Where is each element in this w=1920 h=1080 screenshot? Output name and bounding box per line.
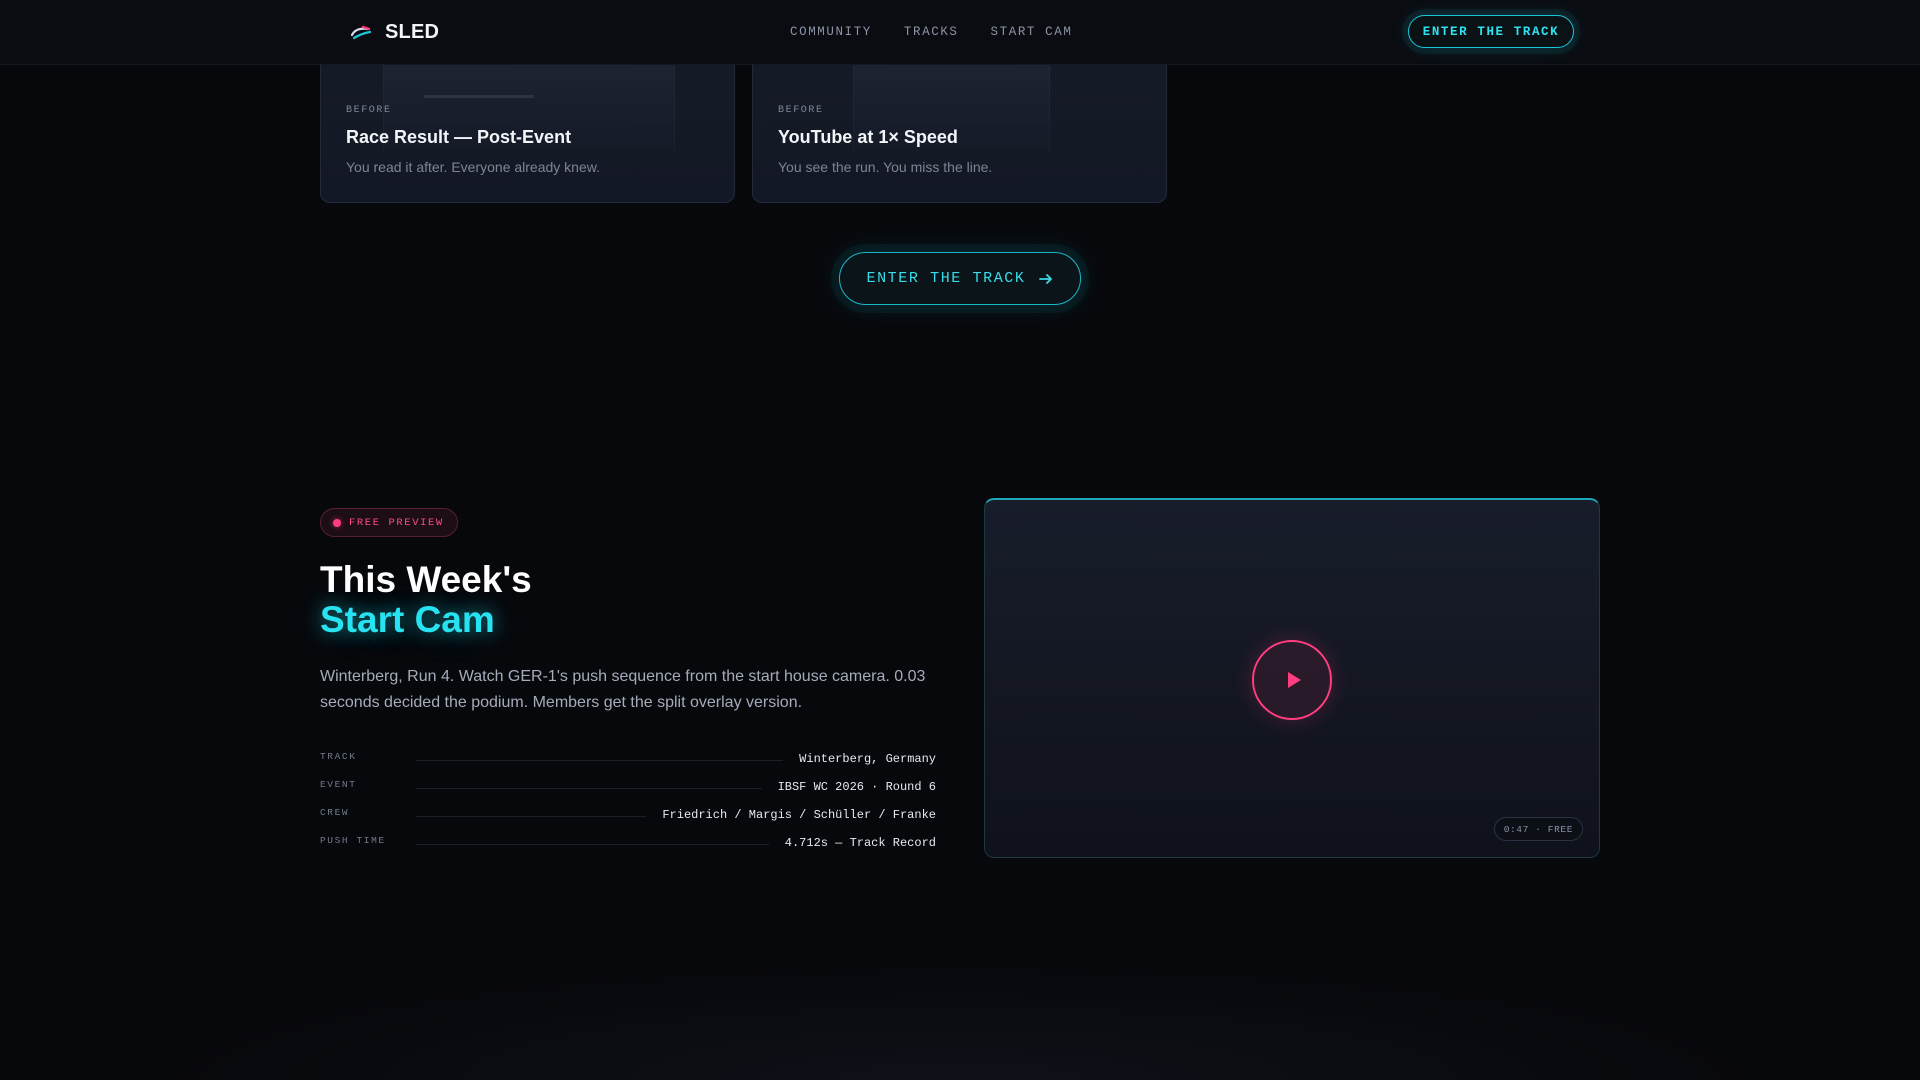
spec-value: 4.712s — Track Record [784, 836, 936, 850]
card-title: YouTube at 1× Speed [778, 127, 958, 147]
nav-links: COMMUNITY TRACKS START CAM [790, 0, 1072, 63]
free-preview-badge: FREE PREVIEW [320, 508, 458, 537]
video-duration-badge: 0:47 · FREE [1493, 817, 1583, 841]
card-eyebrow: BEFORE [778, 105, 824, 116]
section-description: Winterberg, Run 4. Watch GER-1's push se… [320, 668, 926, 711]
brand-name: SLED [385, 20, 440, 43]
spec-value: Friedrich / Margis / Schüller / Franke [662, 808, 936, 822]
nav-link-start-cam[interactable]: START CAM [991, 25, 1073, 39]
nav-link-community[interactable]: COMMUNITY [790, 25, 872, 39]
start-cam-video-player[interactable]: 0:47 · FREE [984, 498, 1600, 858]
spec-label: EVENT [320, 778, 357, 790]
spec-row-track: TRACK Winterberg, Germany [320, 745, 936, 773]
card-eyebrow: BEFORE [346, 105, 392, 116]
enter-track-button[interactable]: ENTER THE TRACK [839, 252, 1081, 305]
nav-enter-track-button[interactable]: ENTER THE TRACK [1408, 15, 1574, 48]
spec-divider [416, 759, 784, 761]
spec-label: CREW [320, 806, 350, 818]
play-icon [1288, 672, 1301, 688]
sled-logo-icon [350, 25, 372, 40]
play-button[interactable] [1252, 640, 1332, 720]
spec-row-event: EVENT IBSF WC 2026 · Round 6 [320, 773, 936, 801]
card-description: You see the run. You miss the line. [778, 159, 993, 175]
spec-value: IBSF WC 2026 · Round 6 [777, 780, 936, 794]
top-navbar: SLED COMMUNITY TRACKS START CAM ENTER TH… [0, 0, 1920, 65]
section-heading-line2: Start Cam [320, 599, 495, 640]
badge-label: FREE PREVIEW [349, 516, 444, 529]
spec-row-push-time: PUSH TIME 4.712s — Track Record [320, 829, 936, 857]
section-heading-line1: This Week's [320, 559, 532, 600]
live-dot-icon [333, 518, 341, 527]
spec-label: TRACK [320, 750, 357, 762]
spec-divider [416, 787, 762, 789]
spec-label: PUSH TIME [320, 834, 386, 846]
nav-link-tracks[interactable]: TRACKS [904, 25, 959, 39]
card-title: Race Result — Post-Event [346, 127, 572, 147]
spec-divider [416, 843, 769, 845]
spec-row-crew: CREW Friedrich / Margis / Schüller / Fra… [320, 801, 936, 829]
thumbnail-detail [424, 95, 534, 98]
background-vignette [0, 940, 1920, 1080]
arrow-right-icon [1038, 273, 1052, 284]
enter-track-label: ENTER THE TRACK [866, 270, 1026, 287]
brand-logo[interactable]: SLED [349, 18, 439, 46]
spec-value: Winterberg, Germany [799, 752, 936, 766]
card-description: You read it after. Everyone already knew… [346, 159, 600, 175]
spec-divider [416, 815, 647, 817]
run-specs: TRACK Winterberg, Germany EVENT IBSF WC … [320, 745, 936, 857]
